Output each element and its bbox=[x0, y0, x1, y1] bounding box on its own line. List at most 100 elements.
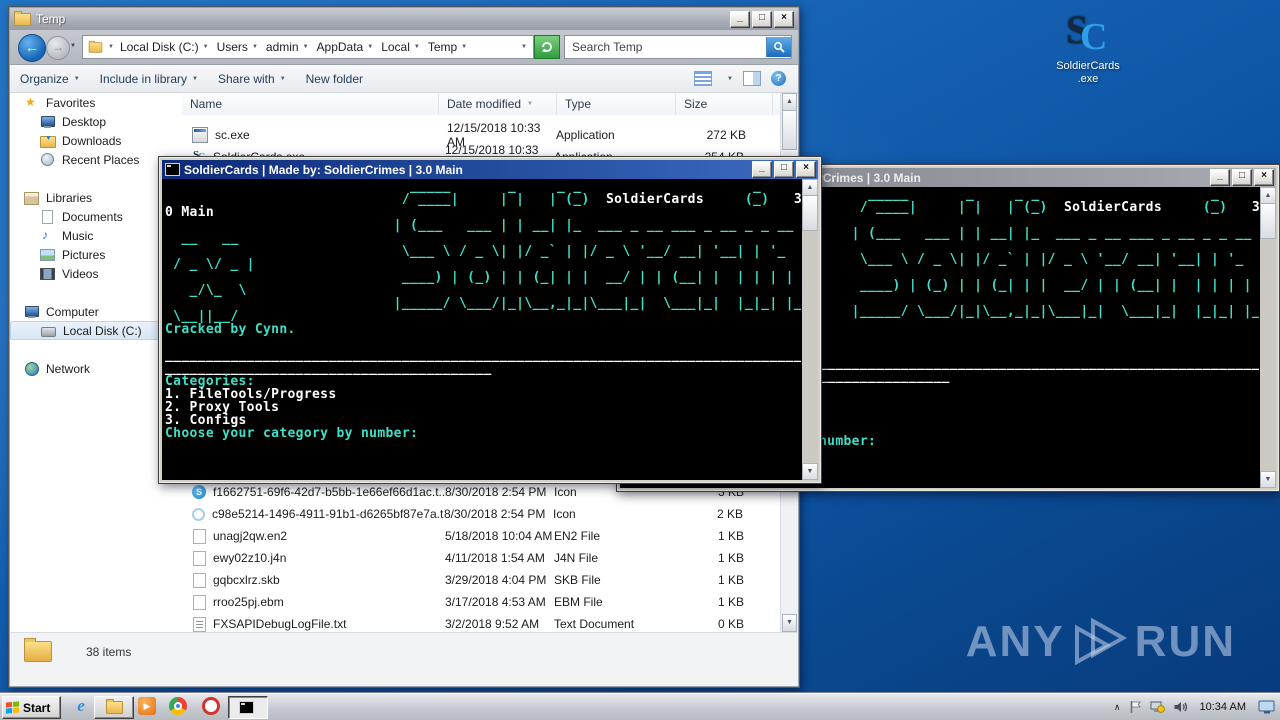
scrollbar-thumb[interactable] bbox=[802, 195, 818, 231]
forward-button[interactable]: → bbox=[46, 36, 70, 60]
sidebar-item-label: Music bbox=[62, 228, 94, 243]
breadcrumb-label: admin bbox=[265, 40, 299, 54]
internet-explorer-icon[interactable]: e bbox=[72, 697, 90, 715]
opera-icon[interactable] bbox=[202, 697, 220, 715]
start-button[interactable]: Start bbox=[2, 696, 61, 719]
maximize-button[interactable]: □ bbox=[774, 161, 794, 178]
sidebar-item[interactable]: Desktop bbox=[10, 112, 182, 131]
taskbar-console-button[interactable] bbox=[228, 696, 268, 719]
sidebar-item[interactable]: Computer bbox=[10, 302, 182, 321]
close-button[interactable]: × bbox=[1254, 169, 1274, 186]
window-title: SoldierCards | Made by: SoldierCrimes | … bbox=[184, 162, 463, 177]
file-size: 1 KB bbox=[717, 529, 744, 543]
file-rows-bottom: f1662751-69f6-42d7-b5bb-1e66ef66d1ac.t..… bbox=[182, 481, 781, 632]
breadcrumb-segment[interactable]: Temp ▼ bbox=[426, 40, 473, 54]
history-dropdown-icon[interactable]: ▼ bbox=[70, 43, 76, 49]
column-header[interactable]: Size bbox=[676, 93, 773, 115]
scroll-up-button[interactable]: ▲ bbox=[802, 179, 818, 196]
breadcrumb-segment[interactable]: Local ▼ bbox=[379, 40, 426, 54]
sidebar-item[interactable]: Music bbox=[10, 226, 182, 245]
sidebar-item[interactable]: Local Disk (C:) bbox=[10, 321, 182, 340]
sidebar-item[interactable]: Videos bbox=[10, 264, 182, 283]
scroll-up-button[interactable]: ▲ bbox=[1260, 187, 1276, 204]
file-row[interactable]: c98e5214-1496-4911-91b1-d6265bf87e7a.t..… bbox=[182, 503, 781, 525]
scrollbar-thumb[interactable] bbox=[1260, 203, 1276, 239]
search-box[interactable]: Search Temp bbox=[564, 35, 792, 59]
file-icon bbox=[193, 528, 206, 544]
console-scrollbar[interactable]: ▲ ▼ bbox=[802, 179, 818, 480]
chrome-icon[interactable] bbox=[169, 697, 187, 715]
search-button[interactable] bbox=[766, 37, 791, 57]
desktop-icon-soldiercards[interactable]: S C SoldierCards .exe bbox=[1040, 8, 1136, 86]
address-bar[interactable]: ▼ Local Disk (C:) ▼ Users ▼ admin ▼ AppData ▼ Lo… bbox=[82, 35, 534, 59]
network-status-icon[interactable] bbox=[1150, 700, 1165, 714]
scroll-down-button[interactable]: ▼ bbox=[1260, 471, 1276, 488]
maximize-button[interactable]: □ bbox=[752, 10, 772, 28]
file-icon bbox=[192, 485, 206, 499]
sidebar-item-icon bbox=[24, 361, 40, 376]
column-header[interactable]: Type bbox=[557, 93, 676, 115]
breadcrumb-segment[interactable]: Local Disk (C:) ▼ bbox=[118, 40, 215, 54]
system-tray: ∧ 10:34 AM bbox=[1114, 694, 1276, 720]
toolbar-button[interactable]: Share with ▼ bbox=[218, 72, 286, 86]
file-date: 3/29/2018 4:04 PM bbox=[445, 573, 547, 587]
toolbar-button-label: Share with bbox=[217, 71, 275, 86]
minimize-button[interactable]: _ bbox=[752, 161, 772, 178]
maximize-button[interactable]: □ bbox=[1232, 169, 1252, 186]
file-row[interactable]: ewy02z10.j4n 4/11/2018 1:54 AM J4N File 1 K… bbox=[182, 547, 781, 569]
explorer-toolbar: Organize ▼ Include in library ▼ Share with ▼ N… bbox=[10, 65, 798, 93]
console-window-soldiercards[interactable]: SoldierCards | Made by: SoldierCrimes | … bbox=[158, 156, 822, 484]
minimize-button[interactable]: _ bbox=[1210, 169, 1230, 186]
toolbar-button[interactable]: Organize ▼ bbox=[20, 72, 80, 86]
file-row[interactable]: FXSAPIDebugLogFile.txt 3/2/2018 9:52 AM Te… bbox=[182, 613, 781, 632]
toolbar-button[interactable]: Include in library ▼ bbox=[100, 72, 198, 86]
explorer-titlebar[interactable]: Temp _ □ × bbox=[10, 8, 798, 30]
minimize-button[interactable]: _ bbox=[730, 10, 750, 28]
file-row[interactable]: rroo25pj.ebm 3/17/2018 4:53 AM EBM File 1 K… bbox=[182, 591, 781, 613]
close-button[interactable]: × bbox=[774, 10, 794, 28]
sidebar-item-label: Network bbox=[46, 361, 91, 376]
close-button[interactable]: × bbox=[796, 161, 816, 178]
column-header[interactable]: Date modified ▼ bbox=[439, 93, 557, 115]
file-row[interactable]: unagj2qw.en2 5/18/2018 10:04 AM EN2 File 1 … bbox=[182, 525, 781, 547]
console-titlebar[interactable]: SoldierCards | Made by: SoldierCrimes | … bbox=[162, 160, 818, 179]
show-desktop-icon[interactable] bbox=[1258, 700, 1276, 715]
taskbar-explorer-button[interactable] bbox=[94, 696, 134, 719]
console-scrollbar[interactable]: ▲ ▼ bbox=[1260, 187, 1276, 488]
refresh-button[interactable] bbox=[534, 35, 560, 59]
scroll-down-button[interactable]: ▼ bbox=[782, 614, 797, 632]
scroll-up-button[interactable]: ▲ bbox=[782, 93, 797, 111]
sidebar-item[interactable]: Downloads bbox=[10, 131, 182, 150]
file-icon bbox=[193, 616, 206, 632]
sidebar-item[interactable]: Recent Places bbox=[10, 150, 182, 169]
breadcrumb-segment[interactable]: admin ▼ bbox=[264, 40, 315, 54]
watermark-any: ANY bbox=[965, 617, 1065, 666]
volume-icon[interactable] bbox=[1173, 700, 1188, 714]
help-button[interactable]: ? bbox=[771, 71, 786, 86]
taskbar-clock[interactable]: 10:34 AM bbox=[1196, 701, 1250, 713]
preview-pane-button[interactable] bbox=[743, 71, 761, 86]
column-header[interactable]: Name bbox=[182, 93, 439, 115]
address-dropdown-icon[interactable]: ▼ bbox=[521, 44, 533, 50]
action-center-flag-icon[interactable] bbox=[1129, 700, 1142, 714]
scroll-down-button[interactable]: ▼ bbox=[802, 463, 818, 480]
breadcrumb-segment[interactable]: Users ▼ bbox=[215, 40, 264, 54]
chevron-down-icon: ▼ bbox=[202, 44, 209, 50]
sidebar-item[interactable]: Documents bbox=[10, 207, 182, 226]
breadcrumb-caret-icon[interactable]: ▼ bbox=[104, 44, 118, 50]
sidebar-item[interactable]: Favorites bbox=[10, 93, 182, 112]
change-view-button[interactable] bbox=[694, 71, 713, 86]
back-button[interactable]: ← bbox=[18, 34, 46, 62]
file-row[interactable]: gqbcxlrz.skb 3/29/2018 4:04 PM SKB File 1 K… bbox=[182, 569, 781, 591]
show-hidden-icons-chevron[interactable]: ∧ bbox=[1114, 702, 1121, 713]
sidebar-item[interactable]: Network bbox=[10, 359, 182, 378]
views-dropdown-icon[interactable]: ▼ bbox=[727, 76, 733, 82]
media-player-icon[interactable]: ▶ bbox=[138, 697, 156, 715]
sidebar-item[interactable]: Pictures bbox=[10, 245, 182, 264]
sidebar-item-icon bbox=[40, 209, 56, 224]
soldiercards-logo-icon: S C bbox=[1058, 8, 1118, 60]
sidebar-item[interactable]: Libraries bbox=[10, 188, 182, 207]
scrollbar-thumb[interactable] bbox=[782, 110, 797, 150]
toolbar-button[interactable]: New folder bbox=[306, 72, 368, 86]
breadcrumb-segment[interactable]: AppData ▼ bbox=[315, 40, 380, 54]
